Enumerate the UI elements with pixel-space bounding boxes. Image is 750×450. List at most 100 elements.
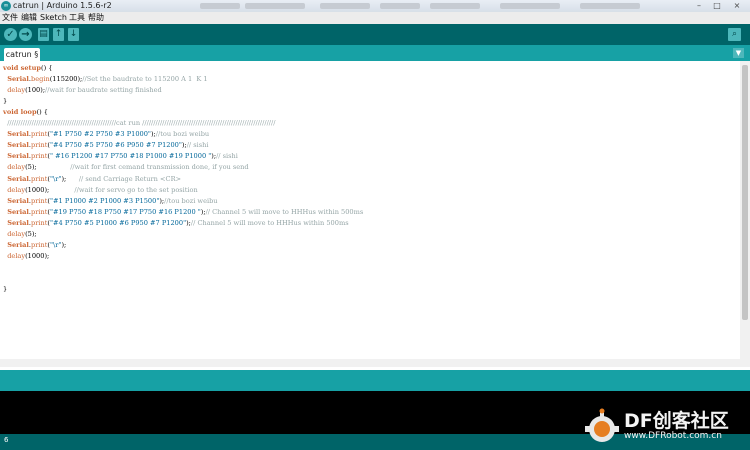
serial-monitor-button[interactable]: ⌕ [728, 28, 741, 41]
arduino-logo-icon: ∞ [1, 1, 11, 11]
code-token: delay [7, 163, 26, 172]
upload-button[interactable]: → [19, 28, 32, 41]
code-token: "#4 P750 #5 P1000 #6 P950 #7 P1200" [50, 218, 187, 227]
code-token: "\r" [50, 174, 62, 183]
code-token: ); [61, 240, 67, 249]
code-token: print [31, 218, 48, 227]
code-token: print [31, 207, 48, 216]
code-token: Serial [7, 240, 29, 249]
message-bar [0, 370, 750, 391]
blurred-region [580, 3, 640, 9]
menu-help[interactable]: 帮助 [88, 12, 104, 24]
code-token: delay [7, 86, 26, 95]
blurred-region [380, 3, 420, 9]
code-editor[interactable]: void setup() { Serial.begin(115200);//Se… [0, 61, 740, 367]
horizontal-scrollbar[interactable] [0, 359, 740, 367]
code-token: (100); [25, 86, 46, 95]
close-icon[interactable]: × [728, 1, 746, 11]
code-token: delay [7, 229, 26, 238]
code-token: Serial [7, 196, 29, 205]
code-token: //wait for baudrate setting finished [45, 86, 162, 95]
new-sketch-button[interactable]: ▤ [38, 28, 49, 41]
code-token: // Channel 5 will move to HHHus within 5… [190, 218, 349, 227]
blurred-region [500, 3, 560, 9]
code-token: "\r" [50, 240, 62, 249]
menu-sketch[interactable]: Sketch [40, 12, 67, 24]
toolbar: ✓ → ▤ ↑ ↓ ⌕ [0, 24, 750, 45]
code-token: Serial [7, 130, 29, 139]
watermark-url: www.DFRobot.com.cn [624, 431, 722, 441]
code-token: Serial [7, 152, 29, 161]
maximize-icon[interactable]: □ [708, 1, 726, 11]
code-token: // send Carriage Return <CR> [78, 174, 182, 183]
line-number: 6 [4, 436, 9, 444]
code-token: } [3, 97, 8, 106]
code-token: Serial [7, 218, 29, 227]
code-token: "#4 P750 #5 P750 #6 P950 #7 P1200" [50, 141, 182, 150]
blurred-region [320, 3, 370, 9]
code-token: begin [31, 75, 50, 84]
verify-button[interactable]: ✓ [4, 28, 17, 41]
code-token: //tou bozi weibu [155, 130, 210, 139]
minimize-icon[interactable]: – [690, 1, 708, 11]
tab-bar: catrun § ▼ [0, 45, 750, 61]
code-token: delay [7, 185, 26, 194]
code-line: delay(100);//wait for baudrate setting f… [3, 84, 162, 96]
code-token: Serial [7, 141, 29, 150]
code-token: setup [20, 64, 41, 72]
vertical-scrollbar[interactable] [740, 61, 750, 367]
code-token: delay [7, 251, 26, 260]
code-token: } [3, 285, 8, 293]
code-token: print [31, 240, 48, 249]
menu-file[interactable]: 文件 [2, 12, 18, 24]
code-line: } [3, 283, 7, 295]
code-token: print [31, 196, 48, 205]
scrollbar-thumb[interactable] [742, 65, 748, 320]
tab-catrun[interactable]: catrun § [4, 48, 40, 61]
code-token: ); [61, 174, 79, 183]
menu-tools[interactable]: 工具 [69, 12, 85, 24]
code-token: // Channel 5 will move to HHHus within 5… [205, 207, 364, 216]
watermark-text: DF创客社区 [624, 410, 729, 432]
code-token: void [3, 108, 21, 117]
code-token: () { [36, 108, 48, 117]
menu-edit[interactable]: 编辑 [21, 12, 37, 24]
code-token: //tou bozi weibu [164, 196, 218, 205]
menu-bar: 文件 编辑 Sketch 工具 帮助 [0, 12, 750, 24]
robot-logo-icon [585, 408, 619, 442]
code-token: loop [20, 108, 37, 117]
code-token: (115200); [49, 75, 83, 84]
code-line: delay(1000); [3, 250, 49, 262]
code-token: Serial [7, 75, 29, 84]
code-token: "#1 P750 #2 P750 #3 P1000" [50, 130, 151, 139]
watermark: DF创客社区 www.DFRobot.com.cn [582, 396, 747, 450]
save-sketch-button[interactable]: ↓ [68, 28, 79, 41]
code-token: // sishi [186, 141, 209, 150]
window-title: catrun | Arduino 1.5.6-r2 [13, 1, 112, 10]
code-token: "#1 P1000 #2 P1000 #3 P1500" [50, 196, 160, 205]
code-token: print [31, 174, 48, 183]
blurred-region [245, 3, 305, 9]
code-line: Serial.print("#4 P750 #5 P1000 #6 P950 #… [3, 217, 349, 229]
code-token: print [31, 152, 48, 161]
code-token: print [31, 141, 48, 150]
code-token: () { [41, 64, 53, 72]
code-token: "#19 P750 #18 P750 #17 P750 #16 P1200 " [50, 207, 201, 216]
code-token: //wait for servo go to the set position [74, 185, 198, 194]
code-token: (1000); [25, 251, 50, 260]
window-title-bar: ∞ catrun | Arduino 1.5.6-r2 – □ × [0, 0, 750, 12]
code-token: " #16 P1200 #17 P750 #18 P1000 #19 P1000… [50, 152, 212, 161]
code-token: ////////////////////////////////////////… [7, 119, 276, 128]
code-token: (5); [25, 163, 71, 172]
code-token: void [3, 64, 21, 72]
code-token: (5); [25, 229, 37, 238]
tab-menu-button[interactable]: ▼ [733, 48, 744, 58]
code-token: // sishi [216, 152, 238, 161]
code-token: print [31, 130, 48, 139]
open-sketch-button[interactable]: ↑ [53, 28, 64, 41]
code-token: //wait for first cemand transmission don… [70, 163, 249, 172]
code-token: //Set the baudrate to 115200 A 1 K 1 [82, 75, 208, 84]
code-token: Serial [7, 174, 29, 183]
blurred-region [430, 3, 480, 9]
code-token: (1000); [25, 185, 75, 194]
